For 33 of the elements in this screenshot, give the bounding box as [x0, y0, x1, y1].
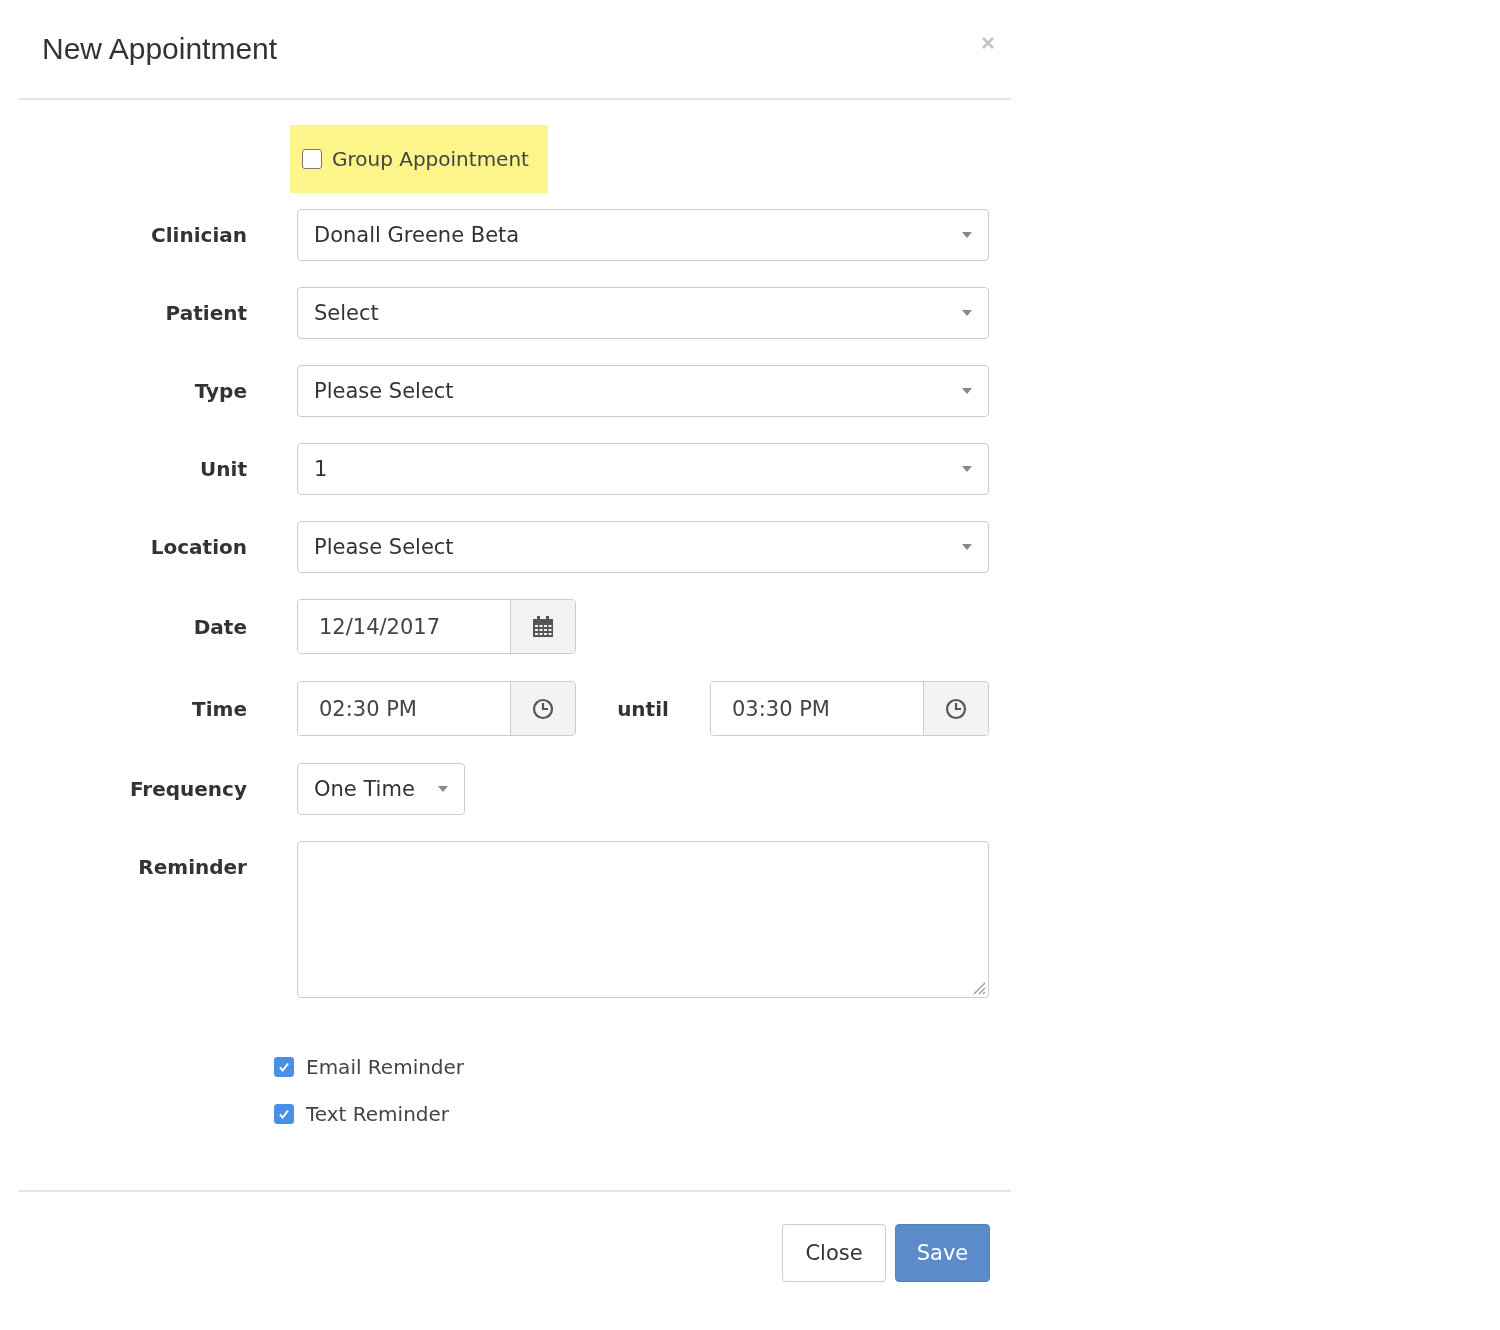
select-field[interactable]: Donall Greene Beta [297, 209, 989, 261]
select-field[interactable]: Please Select [297, 521, 989, 573]
field-label: Type [193, 379, 247, 403]
select-field[interactable]: Select [297, 287, 989, 339]
caret-icon [438, 786, 448, 792]
caret-icon [962, 388, 972, 394]
until-label: until [616, 696, 670, 721]
select-field[interactable]: Please Select [297, 365, 989, 417]
checkbox[interactable] [302, 149, 322, 169]
field-label: Reminder [137, 854, 247, 879]
checkbox[interactable] [274, 1057, 294, 1077]
group-appointment-option[interactable]: Group Appointment [290, 125, 548, 193]
field-label: Date [192, 614, 247, 639]
caret-icon [962, 232, 972, 238]
field-label: Time [191, 696, 247, 721]
select-field[interactable]: 1 [297, 443, 989, 495]
field-label: Location [149, 535, 247, 559]
checkmark-icon [277, 1107, 291, 1121]
field-label: Clinician [150, 223, 247, 247]
field-label: Unit [199, 457, 247, 481]
caret-icon [962, 310, 972, 316]
field-label: Patient [164, 301, 247, 325]
field-label: Frequency [128, 777, 247, 801]
checkbox[interactable] [274, 1104, 294, 1124]
close-icon[interactable] [981, 36, 995, 50]
dialog-title: New Appointment [42, 32, 278, 66]
select-field[interactable]: One Time [297, 763, 465, 815]
close-button[interactable]: Close [782, 1224, 886, 1282]
caret-icon [962, 544, 972, 550]
checkmark-icon [277, 1060, 291, 1074]
checkbox-label[interactable]: Email Reminder [306, 1055, 465, 1079]
checkbox-label[interactable]: Text Reminder [306, 1102, 450, 1126]
caret-icon [962, 466, 972, 472]
